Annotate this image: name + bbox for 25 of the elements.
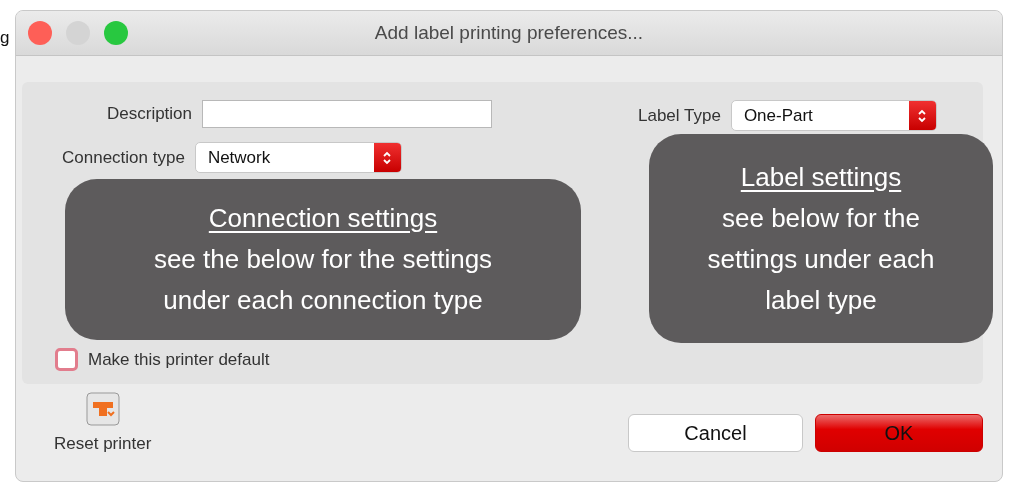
- field-label: Connection type: [62, 147, 185, 168]
- overlay-text: under each connection type: [163, 284, 483, 317]
- window-title: Add label printing preferences...: [374, 22, 644, 44]
- overlay-text: settings under each: [707, 242, 935, 276]
- cancel-button[interactable]: Cancel: [628, 414, 803, 452]
- overlay-heading: Label settings: [740, 160, 902, 194]
- zoom-icon[interactable]: [104, 21, 128, 45]
- default-checkbox[interactable]: [55, 348, 78, 371]
- overlay-text: see the below for the settings: [153, 243, 493, 276]
- cut-off-text: g: [0, 28, 10, 48]
- printer-reset-icon: [85, 392, 120, 426]
- stepper-arrows-icon: [917, 108, 928, 123]
- close-icon[interactable]: [28, 21, 52, 45]
- overlay-text: label type: [765, 283, 877, 317]
- overlay-text: see below for the: [722, 201, 920, 235]
- description-field[interactable]: [202, 100, 493, 128]
- field-label: Label Type: [638, 105, 721, 126]
- overlay-heading: Connection settings: [208, 202, 438, 235]
- ok-button[interactable]: OK: [815, 414, 983, 452]
- checkbox-label: Make this printer default: [88, 349, 270, 370]
- label-type-select[interactable]: One-Part: [730, 100, 937, 131]
- reset-printer-button[interactable]: Reset printer: [54, 392, 152, 454]
- field-label: Description: [107, 104, 193, 124]
- connection-type-select[interactable]: Network: [194, 142, 402, 173]
- stepper-arrows-icon: [382, 150, 393, 165]
